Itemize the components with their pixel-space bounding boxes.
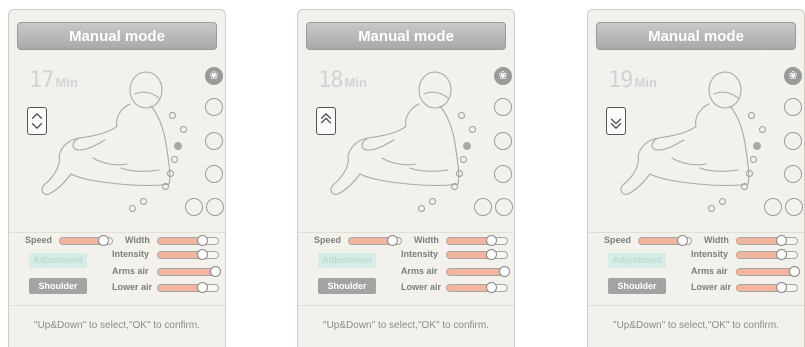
body-point bbox=[460, 156, 467, 163]
point-waist[interactable] bbox=[185, 198, 203, 216]
width-slider[interactable] bbox=[446, 235, 508, 246]
massage-hand-icon[interactable]: ❀ bbox=[205, 67, 223, 85]
manual-mode-title-button[interactable]: Manual mode bbox=[17, 22, 217, 50]
intensity-label: Intensity bbox=[112, 249, 150, 259]
intensity-slider[interactable] bbox=[736, 249, 798, 260]
body-point bbox=[171, 156, 178, 163]
manual-mode-panel-1: Manual mode 17 Min ❀ Speed Width Adjustm… bbox=[8, 9, 226, 347]
reclining-body-icon bbox=[330, 71, 460, 195]
body-point bbox=[719, 198, 726, 205]
body-point-active bbox=[753, 142, 761, 150]
intensity-label: Intensity bbox=[401, 249, 439, 259]
body-point bbox=[759, 126, 766, 133]
manual-mode-panel-3: Manual mode 19 Min ❀ Speed Width Adjustm… bbox=[587, 9, 805, 347]
arms-air-label: Arms air bbox=[691, 266, 728, 276]
arms-air-slider[interactable] bbox=[736, 266, 800, 277]
instruction-hint: "Up&Down" to select,"OK" to confirm. bbox=[34, 320, 200, 331]
body-point bbox=[708, 205, 715, 212]
body-point bbox=[458, 112, 465, 119]
speed-label: Speed bbox=[604, 235, 632, 245]
width-label: Width bbox=[704, 235, 729, 245]
body-point bbox=[129, 205, 136, 212]
reclining-body-icon bbox=[620, 71, 750, 195]
point-neck[interactable] bbox=[784, 98, 802, 116]
point-back[interactable] bbox=[494, 165, 512, 183]
speed-slider[interactable] bbox=[59, 235, 113, 246]
body-point bbox=[162, 183, 169, 190]
intensity-slider[interactable] bbox=[446, 249, 508, 260]
point-back[interactable] bbox=[784, 165, 802, 183]
reclining-body-icon bbox=[41, 71, 171, 195]
body-point bbox=[451, 183, 458, 190]
point-waist[interactable] bbox=[764, 198, 782, 216]
point-shoulder[interactable] bbox=[494, 132, 512, 150]
intensity-slider[interactable] bbox=[157, 249, 219, 260]
lower-air-label: Lower air bbox=[691, 282, 732, 292]
body-point bbox=[750, 156, 757, 163]
lower-air-slider[interactable] bbox=[157, 282, 219, 293]
arms-air-slider[interactable] bbox=[157, 266, 221, 277]
arms-air-slider[interactable] bbox=[446, 266, 510, 277]
point-shoulder[interactable] bbox=[205, 132, 223, 150]
point-shoulder[interactable] bbox=[784, 132, 802, 150]
body-point bbox=[429, 198, 436, 205]
lower-air-label: Lower air bbox=[112, 282, 153, 292]
body-point bbox=[418, 205, 425, 212]
massage-hand-icon[interactable]: ❀ bbox=[784, 67, 802, 85]
divider bbox=[588, 305, 804, 306]
body-point-active bbox=[174, 142, 182, 150]
body-point bbox=[741, 183, 748, 190]
body-point bbox=[167, 170, 174, 177]
speed-slider[interactable] bbox=[348, 235, 402, 246]
point-neck[interactable] bbox=[205, 98, 223, 116]
intensity-label: Intensity bbox=[691, 249, 729, 259]
shoulder-button[interactable]: Shoulder bbox=[29, 278, 87, 294]
body-point bbox=[469, 126, 476, 133]
body-point bbox=[140, 198, 147, 205]
divider bbox=[9, 305, 225, 306]
point-hip[interactable] bbox=[206, 198, 224, 216]
instruction-hint: "Up&Down" to select,"OK" to confirm. bbox=[323, 320, 489, 331]
lower-air-slider[interactable] bbox=[736, 282, 798, 293]
divider bbox=[588, 232, 804, 233]
divider bbox=[298, 232, 514, 233]
instruction-hint: "Up&Down" to select,"OK" to confirm. bbox=[613, 320, 779, 331]
lower-air-label: Lower air bbox=[401, 282, 442, 292]
point-hip[interactable] bbox=[785, 198, 803, 216]
divider bbox=[9, 232, 225, 233]
adjustment-button[interactable]: Adjustment bbox=[608, 253, 666, 268]
body-point bbox=[180, 126, 187, 133]
speed-label: Speed bbox=[314, 235, 342, 245]
point-waist[interactable] bbox=[474, 198, 492, 216]
massage-hand-icon[interactable]: ❀ bbox=[494, 67, 512, 85]
arms-air-label: Arms air bbox=[112, 266, 149, 276]
speed-label: Speed bbox=[25, 235, 53, 245]
shoulder-button[interactable]: Shoulder bbox=[608, 278, 666, 294]
manual-mode-panel-2: Manual mode 18 Min ❀ Speed Width Adjustm… bbox=[297, 9, 515, 347]
body-point bbox=[169, 112, 176, 119]
shoulder-button[interactable]: Shoulder bbox=[318, 278, 376, 294]
width-slider[interactable] bbox=[157, 235, 219, 246]
speed-slider[interactable] bbox=[638, 235, 692, 246]
body-point bbox=[748, 112, 755, 119]
point-hip[interactable] bbox=[495, 198, 513, 216]
lower-air-slider[interactable] bbox=[446, 282, 508, 293]
point-neck[interactable] bbox=[494, 98, 512, 116]
body-point bbox=[746, 170, 753, 177]
manual-mode-title-button[interactable]: Manual mode bbox=[306, 22, 506, 50]
width-label: Width bbox=[125, 235, 150, 245]
body-point-active bbox=[463, 142, 471, 150]
body-point bbox=[456, 170, 463, 177]
manual-mode-title-button[interactable]: Manual mode bbox=[596, 22, 796, 50]
width-label: Width bbox=[414, 235, 439, 245]
width-slider[interactable] bbox=[736, 235, 798, 246]
adjustment-button[interactable]: Adjustment bbox=[318, 253, 376, 268]
divider bbox=[298, 305, 514, 306]
arms-air-label: Arms air bbox=[401, 266, 438, 276]
point-back[interactable] bbox=[205, 165, 223, 183]
adjustment-button[interactable]: Adjustment bbox=[29, 253, 87, 268]
